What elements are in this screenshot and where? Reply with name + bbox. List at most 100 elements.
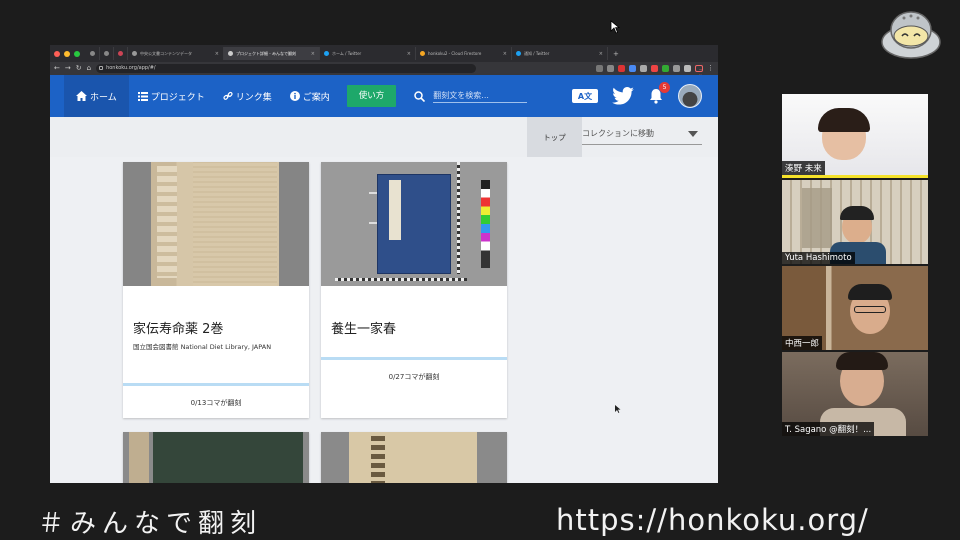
progress-text: 0/27コマが翻刻 xyxy=(388,373,440,381)
nav-right-icons: A文 5 xyxy=(572,75,702,117)
extension-icon[interactable] xyxy=(662,65,669,72)
project-title[interactable]: 家伝寿命薬 2巻 xyxy=(123,286,309,337)
lock-icon xyxy=(99,66,104,70)
scale-ruler xyxy=(457,162,460,274)
browser-tab[interactable] xyxy=(114,47,128,60)
new-tab-button[interactable]: + xyxy=(608,50,624,58)
home-browser-icon[interactable]: ⌂ xyxy=(87,65,91,72)
nav-links[interactable]: リンク集 xyxy=(214,75,281,117)
browser-window: 中央公文書コンテンツデータ × プロジェクト詳細 - みんなで翻刻 × ホーム / … xyxy=(50,45,718,483)
user-avatar[interactable] xyxy=(678,84,702,108)
mouse-cursor-icon xyxy=(610,20,620,34)
tab-close-icon[interactable]: × xyxy=(599,51,603,57)
reload-icon[interactable]: ↻ xyxy=(76,65,82,72)
home-icon xyxy=(76,91,87,101)
project-thumbnail xyxy=(123,162,309,286)
nav-links-label: リンク集 xyxy=(235,92,272,103)
tab-label: ホーム / Twitter xyxy=(332,50,362,56)
back-icon[interactable]: ← xyxy=(54,65,60,72)
close-window-button[interactable] xyxy=(54,50,60,57)
twitter-icon[interactable] xyxy=(612,87,634,105)
window-controls xyxy=(54,50,80,57)
extension-icon[interactable] xyxy=(640,65,647,72)
tab-favicon-icon xyxy=(90,51,95,56)
project-thumbnail xyxy=(321,162,507,286)
project-holder: 国立国会図書館 National Diet Library, JAPAN xyxy=(133,343,272,351)
url-text: honkoku.org/app/#/ xyxy=(106,65,156,71)
project-card[interactable]: 家伝寿命薬 2巻 国立国会図書館 National Diet Library, … xyxy=(123,162,309,418)
pause-button[interactable]: 一時停止 xyxy=(695,65,703,93)
participant-name: Yuta Hashimoto xyxy=(782,252,855,264)
book-texture xyxy=(193,162,277,286)
collection-select[interactable]: コレクションに移動 xyxy=(582,123,702,145)
nav-home[interactable]: ホーム xyxy=(64,75,129,117)
tab-close-icon[interactable]: × xyxy=(407,51,411,57)
nav-home-label: ホーム xyxy=(90,92,117,103)
project-thumbnail xyxy=(123,432,309,483)
maximize-window-button[interactable] xyxy=(74,50,80,57)
scroll-painting xyxy=(802,188,832,248)
browser-tab[interactable]: ホーム / Twitter × xyxy=(320,47,416,60)
participant-name: T. Sagano @翻刻！... xyxy=(782,422,875,436)
screen: 中央公文書コンテンツデータ × プロジェクト詳細 - みんなで翻刻 × ホーム / … xyxy=(0,0,960,540)
progress-bar xyxy=(321,357,507,360)
tab-label: honkoku2 - Cloud Firestore xyxy=(428,51,482,56)
url-field[interactable]: honkoku.org/app/#/ xyxy=(96,64,477,73)
chevron-down-icon xyxy=(688,131,698,137)
minimize-window-button[interactable] xyxy=(64,50,70,57)
speaking-indicator xyxy=(782,175,928,178)
participant-video[interactable]: 湊野 未来 xyxy=(782,94,928,178)
zoom-icon[interactable] xyxy=(596,65,603,72)
search-icon[interactable] xyxy=(414,90,426,102)
tab-close-icon[interactable]: × xyxy=(215,51,219,57)
tab-favicon-icon xyxy=(132,51,137,56)
book-title-slip xyxy=(389,180,401,240)
profile-icon[interactable] xyxy=(684,65,691,72)
browser-tab[interactable]: 通知 / Twitter × xyxy=(512,47,608,60)
tab-top[interactable]: トップ xyxy=(527,117,582,157)
menu-icon[interactable]: ⋮ xyxy=(707,65,714,72)
project-grid: 家伝寿命薬 2巻 国立国会図書館 National Diet Library, … xyxy=(50,157,718,483)
bookmark-star-icon[interactable] xyxy=(607,65,614,72)
participant-hair xyxy=(818,108,870,132)
translate-icon[interactable]: A文 xyxy=(572,89,598,103)
tab-favicon-icon xyxy=(118,51,123,56)
tab-label: 通知 / Twitter xyxy=(524,50,550,56)
tab-close-icon[interactable]: × xyxy=(311,51,315,57)
forward-icon[interactable]: → xyxy=(65,65,71,72)
tab-label: プロジェクト詳細 - みんなで翻刻 xyxy=(236,50,296,56)
participant-video[interactable]: 中西一郎 xyxy=(782,266,928,350)
project-card[interactable]: 養生一家春 0/27コマが翻刻 xyxy=(321,162,507,418)
site-navigation: ホーム プロジェクト リンク集 ご案内 使い方 A文 xyxy=(50,75,718,117)
extension-icon[interactable] xyxy=(629,65,636,72)
tab-favicon-icon xyxy=(228,51,233,56)
extensions-area: 一時停止 ⋮ xyxy=(596,65,714,93)
browser-tab-active[interactable]: プロジェクト詳細 - みんなで翻刻 × xyxy=(224,47,320,60)
participant-video[interactable]: T. Sagano @翻刻！... xyxy=(782,352,928,436)
notifications-button[interactable]: 5 xyxy=(648,82,670,104)
sub-toolbar: トップ コレクションに移動 xyxy=(50,117,718,157)
nav-about[interactable]: ご案内 xyxy=(281,75,339,117)
nav-projects[interactable]: プロジェクト xyxy=(129,75,214,117)
browser-tab[interactable]: 中央公文書コンテンツデータ × xyxy=(128,47,224,60)
search-input[interactable] xyxy=(433,89,528,103)
extension-icon[interactable] xyxy=(673,65,680,72)
project-title[interactable]: 養生一家春 xyxy=(321,286,507,337)
project-card[interactable] xyxy=(321,432,507,483)
search-area xyxy=(414,89,528,103)
participant-hair xyxy=(848,284,892,300)
participant-video[interactable]: Yuta Hashimoto xyxy=(782,180,928,264)
honkoku-mascot-icon xyxy=(881,11,941,59)
browser-tab[interactable]: honkoku2 - Cloud Firestore × xyxy=(416,47,512,60)
extension-icon[interactable] xyxy=(651,65,658,72)
book-text xyxy=(371,436,385,483)
extension-icon[interactable] xyxy=(618,65,625,72)
browser-tab[interactable] xyxy=(100,47,114,60)
project-card[interactable] xyxy=(123,432,309,483)
firebase-favicon-icon xyxy=(420,51,425,56)
browser-tab[interactable] xyxy=(86,47,100,60)
book-image xyxy=(349,432,477,483)
tab-close-icon[interactable]: × xyxy=(503,51,507,57)
usage-button[interactable]: 使い方 xyxy=(346,85,397,107)
binding-thread xyxy=(369,192,377,194)
